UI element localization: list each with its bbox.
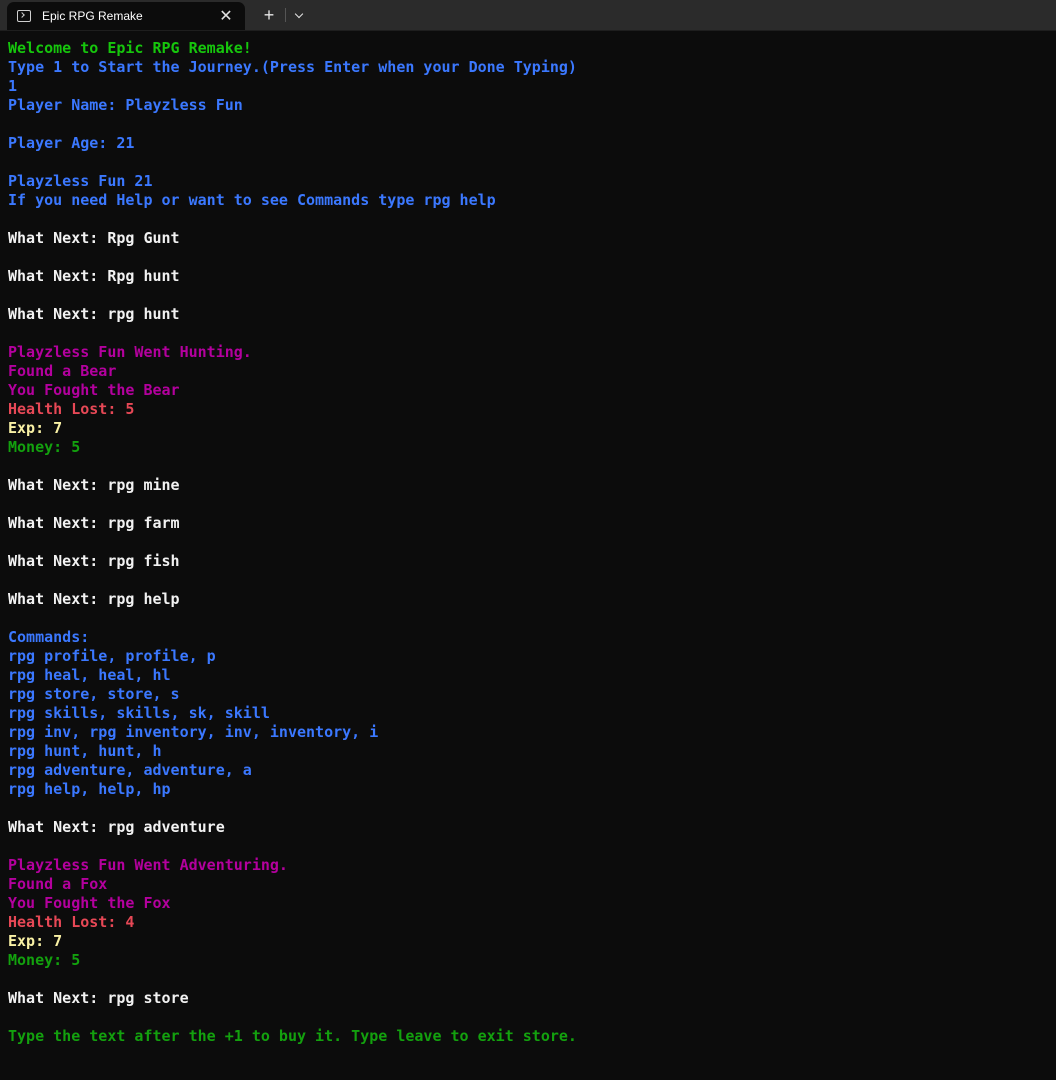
terminal-line: Health Lost: 4 bbox=[8, 913, 135, 931]
terminal-line: What Next: rpg help bbox=[8, 590, 180, 608]
terminal-line: What Next: Rpg hunt bbox=[8, 267, 180, 285]
terminal-line: rpg adventure, adventure, a bbox=[8, 761, 252, 779]
terminal-line: Playzless Fun Went Hunting. bbox=[8, 343, 252, 361]
terminal-line: If you need Help or want to see Commands… bbox=[8, 191, 496, 209]
terminal-line: Playzless Fun Went Adventuring. bbox=[8, 856, 288, 874]
terminal-line: rpg help, help, hp bbox=[8, 780, 171, 798]
terminal-line: rpg hunt, hunt, h bbox=[8, 742, 162, 760]
terminal-line: rpg inv, rpg inventory, inv, inventory, … bbox=[8, 723, 379, 741]
tab-title: Epic RPG Remake bbox=[42, 9, 143, 23]
terminal-line: rpg heal, heal, hl bbox=[8, 666, 171, 684]
terminal-line: rpg skills, skills, sk, skill bbox=[8, 704, 270, 722]
terminal-line: What Next: rpg fish bbox=[8, 552, 180, 570]
terminal-line: Type 1 to Start the Journey.(Press Enter… bbox=[8, 58, 577, 76]
terminal-line: 1 bbox=[8, 77, 18, 95]
terminal-line: Exp: 7 bbox=[8, 932, 63, 950]
terminal-line: Health Lost: 5 bbox=[8, 400, 135, 418]
terminal-output[interactable]: Welcome to Epic RPG Remake! Type 1 to Sta… bbox=[0, 31, 1056, 1080]
terminal-line: rpg profile, profile, p bbox=[8, 647, 216, 665]
terminal-line: What Next: rpg mine bbox=[8, 476, 180, 494]
close-icon[interactable]: ✕ bbox=[214, 4, 238, 28]
terminal-icon bbox=[17, 10, 31, 22]
tab-separator bbox=[285, 8, 286, 22]
terminal-line: Type the text after the +1 to buy it. Ty… bbox=[8, 1027, 577, 1045]
terminal-line: You Fought the Bear bbox=[8, 381, 180, 399]
terminal-tab[interactable]: Epic RPG Remake ✕ bbox=[7, 2, 245, 30]
terminal-line: What Next: rpg adventure bbox=[8, 818, 225, 836]
title-bar: Epic RPG Remake ✕ + bbox=[0, 0, 1056, 31]
terminal-line: Found a Bear bbox=[8, 362, 117, 380]
terminal-line: Found a Fox bbox=[8, 875, 108, 893]
terminal-line: Money: 5 bbox=[8, 951, 81, 969]
terminal-line: Player Age: 21 bbox=[8, 134, 135, 152]
terminal-line: Money: 5 bbox=[8, 438, 81, 456]
terminal-line: What Next: rpg farm bbox=[8, 514, 180, 532]
chevron-down-icon[interactable] bbox=[288, 3, 310, 27]
new-tab-button[interactable]: + bbox=[256, 3, 282, 27]
terminal-line: Commands: bbox=[8, 628, 90, 646]
terminal-line: Exp: 7 bbox=[8, 419, 63, 437]
terminal-line: rpg store, store, s bbox=[8, 685, 180, 703]
terminal-line: What Next: rpg store bbox=[8, 989, 189, 1007]
terminal-line: You Fought the Fox bbox=[8, 894, 171, 912]
terminal-line: What Next: rpg hunt bbox=[8, 305, 180, 323]
terminal-line: Player Name: Playzless Fun bbox=[8, 96, 243, 114]
terminal-line: Welcome to Epic RPG Remake! bbox=[8, 39, 252, 57]
terminal-line: What Next: Rpg Gunt bbox=[8, 229, 180, 247]
terminal-line: Playzless Fun 21 bbox=[8, 172, 153, 190]
